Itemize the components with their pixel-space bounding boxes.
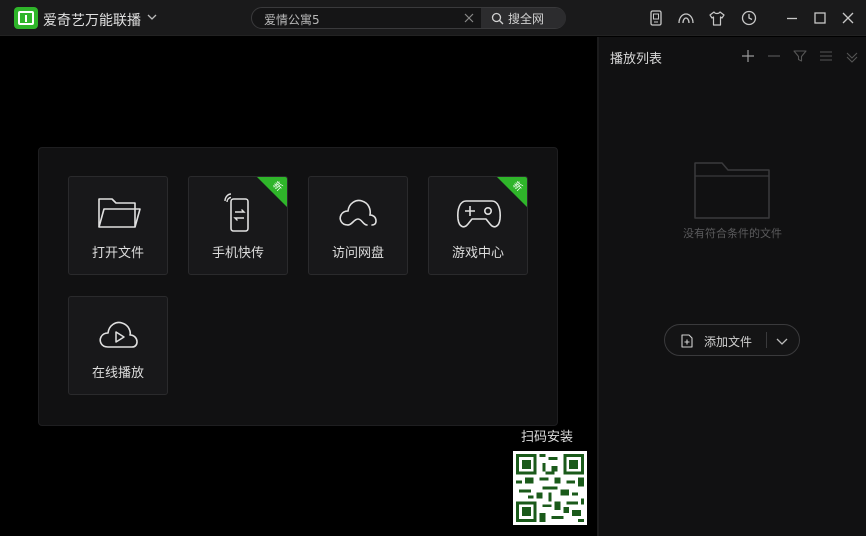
maximize-icon[interactable] — [811, 9, 829, 27]
mobile-icon[interactable] — [647, 9, 665, 27]
history-clock-icon[interactable] — [740, 9, 758, 27]
search-box: 搜全网 — [251, 7, 566, 29]
search-icon — [491, 12, 504, 24]
new-badge: 新 — [497, 177, 527, 207]
remove-icon[interactable] — [767, 49, 781, 63]
skin-icon[interactable] — [677, 9, 695, 27]
open-file-tile[interactable]: 打开文件 — [68, 176, 168, 275]
app-title[interactable]: 爱奇艺万能联播 — [43, 10, 141, 30]
clear-search-icon[interactable] — [463, 12, 475, 24]
cloud-icon — [339, 199, 377, 226]
qr-code-image[interactable] — [513, 451, 587, 525]
empty-playlist-text: 没有符合条件的文件 — [683, 227, 782, 240]
chevron-down-icon[interactable] — [775, 334, 789, 348]
cloud-drive-tile[interactable]: 访问网盘 — [308, 176, 408, 275]
gamepad-icon — [457, 200, 501, 228]
app-logo-icon[interactable] — [14, 7, 38, 29]
search-all-label: 搜全网 — [508, 11, 545, 26]
playlist-title: 播放列表 — [610, 52, 663, 67]
online-play-tile[interactable]: 在线播放 — [68, 296, 168, 395]
title-bar: 爱奇艺万能联播 搜全网 — [0, 0, 866, 36]
online-play-label: 在线播放 — [91, 366, 144, 381]
add-file-icon — [681, 334, 693, 348]
cloud-play-icon — [99, 321, 138, 348]
open-file-label: 打开文件 — [91, 246, 144, 261]
game-center-label: 游戏中心 — [451, 246, 504, 261]
qr-install-label: 扫码安装 — [521, 430, 574, 445]
chevron-down-icon[interactable] — [145, 10, 159, 24]
add-icon[interactable] — [741, 49, 755, 63]
list-icon[interactable] — [819, 49, 833, 63]
phone-transfer-tile[interactable]: 新 手机快传 — [188, 176, 288, 275]
filter-icon[interactable] — [793, 49, 807, 63]
add-file-separator — [766, 332, 767, 348]
empty-folder-icon — [694, 162, 770, 219]
close-icon[interactable] — [839, 9, 857, 27]
shirt-icon[interactable] — [708, 9, 726, 27]
minimize-icon[interactable] — [783, 9, 801, 27]
search-all-button[interactable]: 搜全网 — [481, 8, 566, 28]
folder-icon — [98, 198, 141, 228]
quick-actions-panel: 打开文件 新 手机快传 访问网盘 新 游戏中心 在线播放 — [38, 147, 558, 426]
collapse-chevron-icon[interactable] — [845, 49, 859, 63]
phone-transfer-label: 手机快传 — [211, 246, 264, 261]
game-center-tile[interactable]: 新 游戏中心 — [428, 176, 528, 275]
main-area: 打开文件 新 手机快传 访问网盘 新 游戏中心 在线播放 扫码安装 — [0, 37, 597, 536]
cloud-drive-label: 访问网盘 — [331, 246, 384, 261]
phone-transfer-icon — [224, 193, 249, 232]
search-input[interactable] — [264, 11, 454, 27]
new-badge: 新 — [257, 177, 287, 207]
add-file-label: 添加文件 — [704, 335, 753, 349]
add-file-button[interactable]: 添加文件 — [664, 324, 800, 356]
playlist-panel: 播放列表 没有符合条件的文件 添加文件 — [599, 37, 866, 536]
